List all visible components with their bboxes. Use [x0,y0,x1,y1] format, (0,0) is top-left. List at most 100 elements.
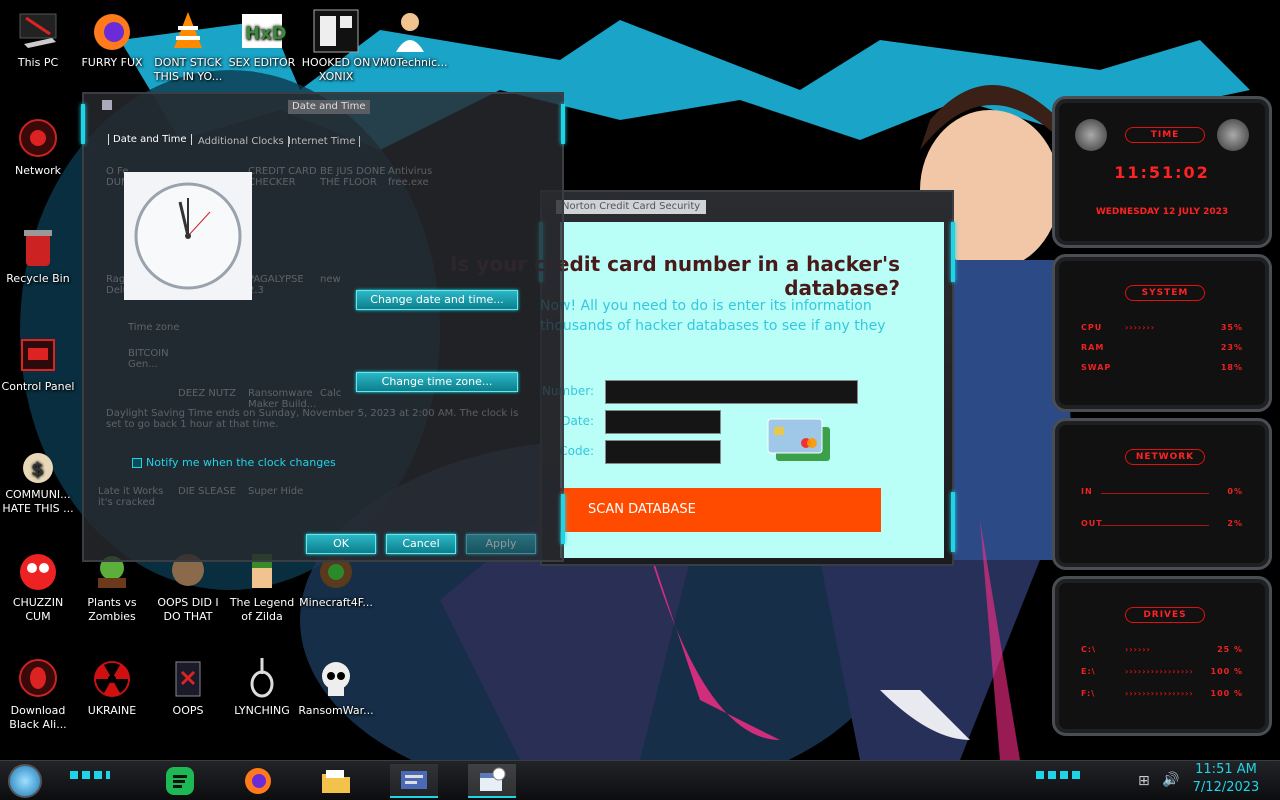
tab-additional-clocks[interactable]: Additional Clocks [194,136,289,147]
doctor-icon [386,8,434,54]
desktop-icon-ransomwar[interactable]: RansomWar... [298,656,374,718]
apply-button[interactable]: Apply [466,534,536,554]
volume-icon[interactable]: 🔊 [1162,772,1179,788]
ok-button[interactable]: OK [306,534,376,554]
tab-internet-time[interactable]: Internet Time [284,136,361,147]
svg-text:$: $ [31,459,44,480]
cancel-button[interactable]: Cancel [386,534,456,554]
taskbar-firefox[interactable] [234,764,282,798]
scan-database-button[interactable]: SCAN DATABASE [560,488,881,532]
desktop-icon-hooked-on-xonix[interactable]: HOOKED ON XONIX [298,8,374,84]
scan-window-title: Norton Credit Card Security [556,200,707,214]
vlc-icon [164,8,212,54]
date-time-app-icon [102,100,112,110]
drive-c-row: C:\ ›››››› 25 % [1081,645,1243,654]
ghost-item: CREDIT CARD CHECKER [248,166,317,188]
desktop-icon-vm0technic[interactable]: VM0Technic... [372,8,448,70]
desktop-icon-label: Control Panel [1,380,75,393]
alien-logo-icon [1075,119,1107,151]
taskbar-file-explorer[interactable] [312,764,360,798]
card-code-input[interactable] [605,440,721,464]
change-time-zone-button[interactable]: Change time zone... [356,372,518,392]
desktop-icon-label: UKRAINE [87,704,137,717]
control-panel-icon [14,332,62,378]
desktop-icon-dont-stick[interactable]: DONT STICK THIS IN YO... [150,8,226,84]
network-tray-icon[interactable]: ⊞ [1138,773,1150,789]
desktop-icon-label: HOOKED ON XONIX [301,56,371,83]
money-bag-icon: $ [14,440,62,486]
network-icon [14,116,62,162]
desktop-icon-download-black-ali[interactable]: Download Black Ali... [0,656,76,732]
svg-text:HxD: HxD [245,23,286,44]
taskbar-control-panel[interactable] [390,764,438,798]
desktop-icon-label: COMMUNI... HATE THIS ... [2,488,74,515]
ghost-item: Late it Works it's cracked [98,486,164,508]
desktop-icon-label: This PC [17,56,59,69]
ghost-item: DEEZ NUTZ [178,388,237,399]
taskbar-spotify[interactable] [156,764,204,798]
network-gadget: NETWORK IN 0% OUT 2% [1052,418,1272,570]
recycle-bin-icon [14,224,62,270]
drive-e-row: E:\ ›››››››››››››››› 100 % [1081,667,1243,676]
ram-row: RAM 23% [1081,343,1243,352]
xonix-game-icon [312,8,360,54]
spotify-icon [166,767,194,795]
card-date-input[interactable] [605,410,721,434]
ghost-item: Antivirus free.exe [388,166,433,188]
swap-row: SWAP 18% [1081,363,1243,372]
chuzzle-icon [14,548,62,594]
desktop-icon-label: SEX EDITOR [228,56,296,69]
change-date-time-button[interactable]: Change date and time... [356,290,518,310]
this-pc-icon [14,8,62,54]
notify-checkbox[interactable] [132,458,142,468]
neon-trim [561,494,565,544]
taskbar: ⊞ 🔊 11:51 AM 7/12/2023 [0,760,1280,800]
desktop-wallpaper: This PC FURRY FUX DONT STICK THIS IN YO.… [0,0,1280,760]
taskbar-clock-time[interactable]: 11:51 AM [1188,762,1264,777]
neon-trim [1036,771,1080,779]
oops-icon [164,656,212,702]
desktop-icon-sex-editor[interactable]: HxD SEX EDITOR [224,8,300,70]
taskbar-clock-date[interactable]: 7/12/2023 [1188,780,1264,795]
desktop-icon-recycle-bin[interactable]: Recycle Bin [0,224,76,286]
neon-trim [951,492,955,552]
scan-window-content: Is your credit card number in a hacker's… [450,222,944,558]
desktop-icon-lynching[interactable]: LYNCHING [224,656,300,718]
desktop-icon-label: Recycle Bin [6,272,70,285]
tab-date-and-time[interactable]: Date and Time [108,134,192,145]
neon-trim [81,104,85,144]
file-explorer-icon [322,770,350,793]
desktop-icon-ukraine[interactable]: UKRAINE [74,656,150,718]
ghost-item: Ransomware Maker Build... [248,388,317,410]
desktop-icon-chuzzin-cum[interactable]: CHUZZIN CUM [0,548,76,624]
desktop-icon-label: DONT STICK THIS IN YO... [153,56,223,83]
date-time-dialog[interactable]: Date and Time O Fe... DUMBASS CREDIT CAR… [81,92,565,562]
desktop-icon-label: FURRY FUX [81,56,143,69]
system-gadget-title: SYSTEM [1125,285,1205,301]
system-gadget: SYSTEM CPU ››››››› 35% RAM 23% SWAP 18% [1052,254,1272,412]
desktop-icon-control-panel[interactable]: Control Panel [0,332,76,394]
desktop-icon-oops[interactable]: OOPS [150,656,226,718]
date-time-title: Date and Time [288,100,370,114]
scan-intro-1: Now! All you need to do is enter its inf… [540,298,872,314]
desktop-icon-network[interactable]: Network [0,116,76,178]
card-number-input[interactable] [605,380,858,404]
scan-intro-2: thousands of hacker databases to see if … [540,318,886,334]
firefox-icon [245,768,271,794]
desktop-icon-label: The Legend of Zilda [229,596,295,623]
scan-window[interactable]: Norton Credit Card Security Is your cred… [450,190,955,566]
network-gadget-title: NETWORK [1125,449,1205,465]
taskbar-date-time[interactable] [468,764,516,798]
desktop-icon-label: Network [15,164,61,177]
start-button[interactable] [8,764,42,798]
ghost-field-label: Time zone [128,322,180,333]
neon-trim [951,222,955,282]
gadget-date-value: WEDNESDAY 12 JULY 2023 [1095,207,1229,217]
desktop-icon-this-pc[interactable]: This PC [0,8,76,70]
net-out-row: OUT 2% [1081,519,1243,528]
desktop-icon-label: Minecraft4F... [299,596,373,609]
desktop-icon-label: Plants vs Zombies [87,596,137,623]
desktop-icon-communi[interactable]: $ COMMUNI... HATE THIS ... [0,440,76,516]
firefox-icon [88,8,136,54]
desktop-icon-furry-fux[interactable]: FURRY FUX [74,8,150,70]
